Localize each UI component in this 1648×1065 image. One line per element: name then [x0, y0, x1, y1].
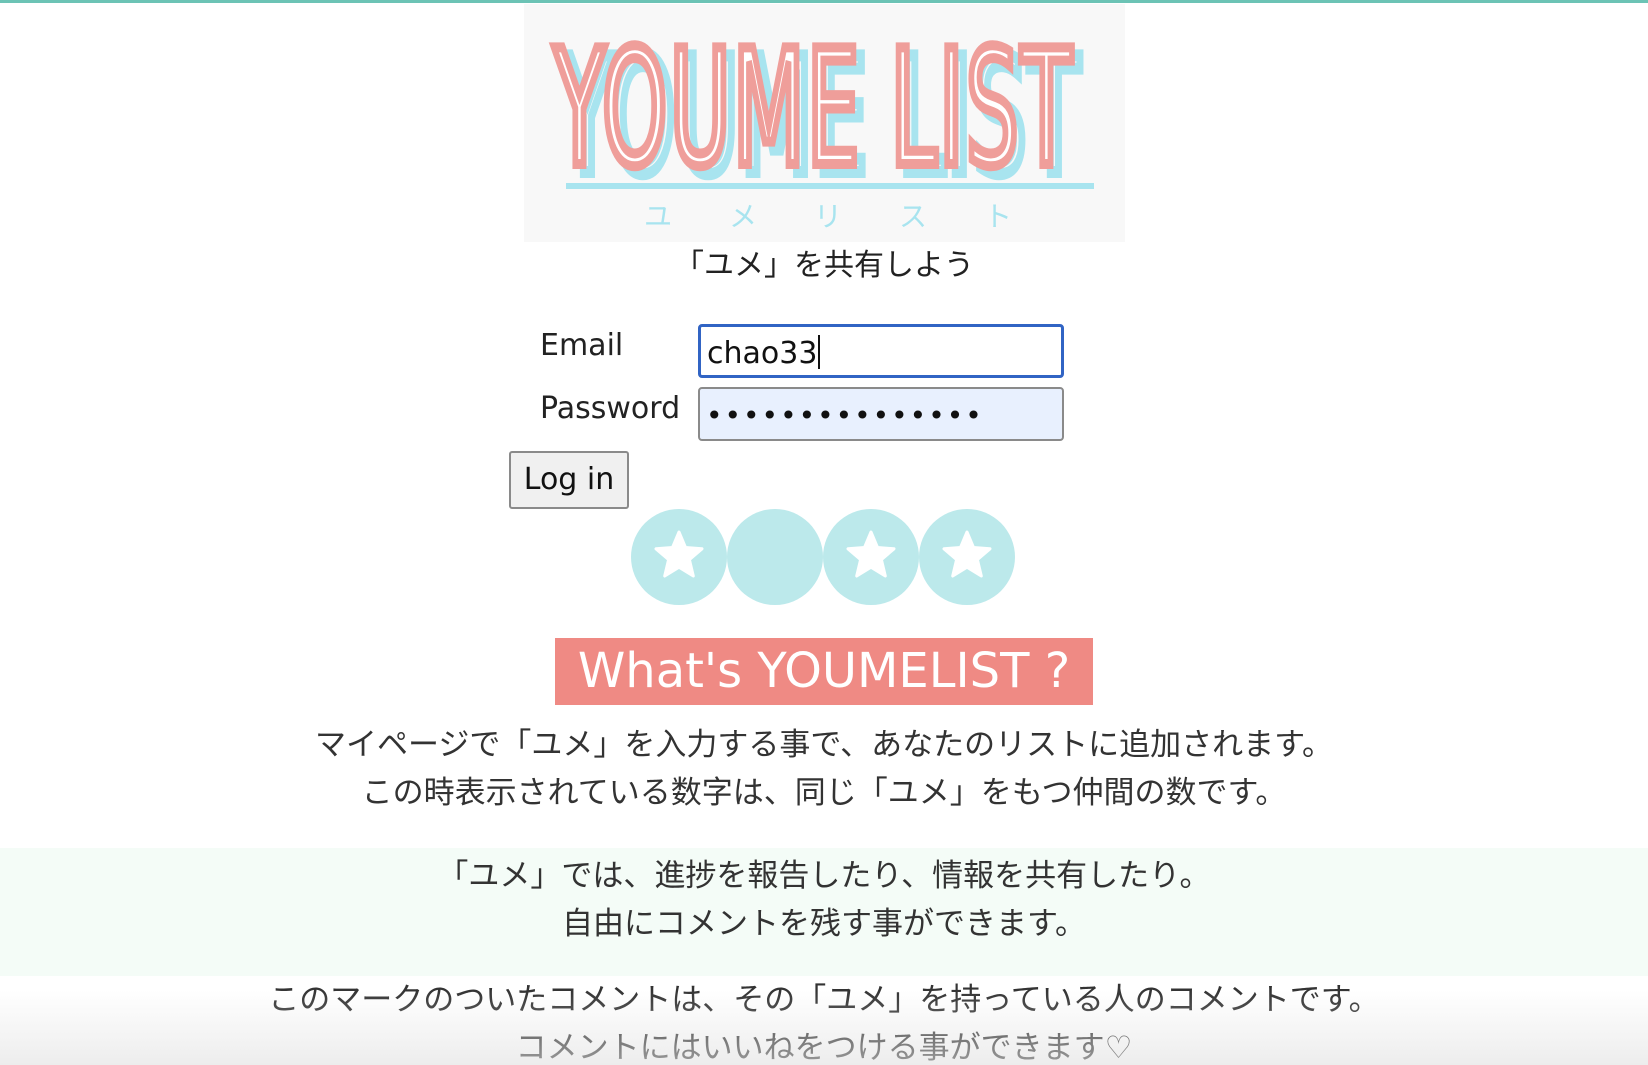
- site-logo[interactable]: YOUME LIST YOUME LIST ユ メ リ ス ト: [524, 4, 1125, 242]
- logo-kana-2: メ: [729, 200, 757, 233]
- about-paragraph-3-line-1: このマークのついたコメントは、その「ユメ」を持っている人のコメントです。: [268, 982, 1380, 1018]
- about-paragraph-1-line-2: この時表示されている数字は、同じ「ユメ」をもつ仲間の数です。: [361, 775, 1287, 811]
- page: YOUME LIST YOUME LIST ユ メ リ ス ト 「ユメ」を共有し…: [0, 0, 1648, 1065]
- logo-kana-4: ス: [899, 200, 927, 233]
- logo-kana-5: ト: [984, 200, 1012, 233]
- email-field[interactable]: chao33: [698, 324, 1064, 378]
- about-heading: What's YOUMELIST ?: [555, 638, 1093, 705]
- top-accent-bar: [0, 0, 1648, 3]
- about-paragraph-3: このマークのついたコメントは、その「ユメ」を持っている人のコメントです。 コメン…: [0, 976, 1648, 1065]
- logo-kana-3: リ: [814, 200, 842, 233]
- logo-graphic: YOUME LIST YOUME LIST ユ メ リ ス ト: [548, 10, 1094, 233]
- email-label: Email: [540, 328, 624, 363]
- password-field[interactable]: •••••••••••••••: [698, 387, 1064, 441]
- tagline: 「ユメ」を共有しよう: [674, 248, 974, 283]
- star-icon: [846, 530, 896, 578]
- about-paragraph-2: 「ユメ」では、進捗を報告したり、情報を共有したり。 自由にコメントを残す事ができ…: [0, 852, 1648, 948]
- star-badge-2: [727, 509, 823, 605]
- about-paragraph-1: マイページで「ユメ」を入力する事で、あなたのリストに追加されます。 この時表示さ…: [0, 721, 1648, 817]
- logo-kana-1: ユ: [644, 200, 672, 233]
- email-value: chao33: [707, 336, 818, 371]
- star-icon: [942, 530, 992, 578]
- star-badge-1: [631, 509, 727, 605]
- star-icon: [654, 530, 704, 578]
- about-paragraph-3-line-2: コメントにはいいねをつける事ができます♡: [515, 1030, 1133, 1065]
- password-label: Password: [540, 391, 681, 426]
- logo-title: YOUME LIST: [553, 15, 1074, 202]
- about-paragraph-2-line-2: 自由にコメントを残す事ができます。: [562, 906, 1086, 942]
- text-caret: [818, 335, 821, 369]
- star-badges: [631, 509, 1017, 607]
- star-badge-4: [919, 509, 1015, 605]
- login-button[interactable]: Log in: [509, 451, 629, 509]
- star-badge-3: [823, 509, 919, 605]
- about-paragraph-2-line-1: 「ユメ」では、進捗を報告したり、情報を共有したり。: [437, 858, 1211, 894]
- about-paragraph-1-line-1: マイページで「ユメ」を入力する事で、あなたのリストに追加されます。: [314, 727, 1334, 763]
